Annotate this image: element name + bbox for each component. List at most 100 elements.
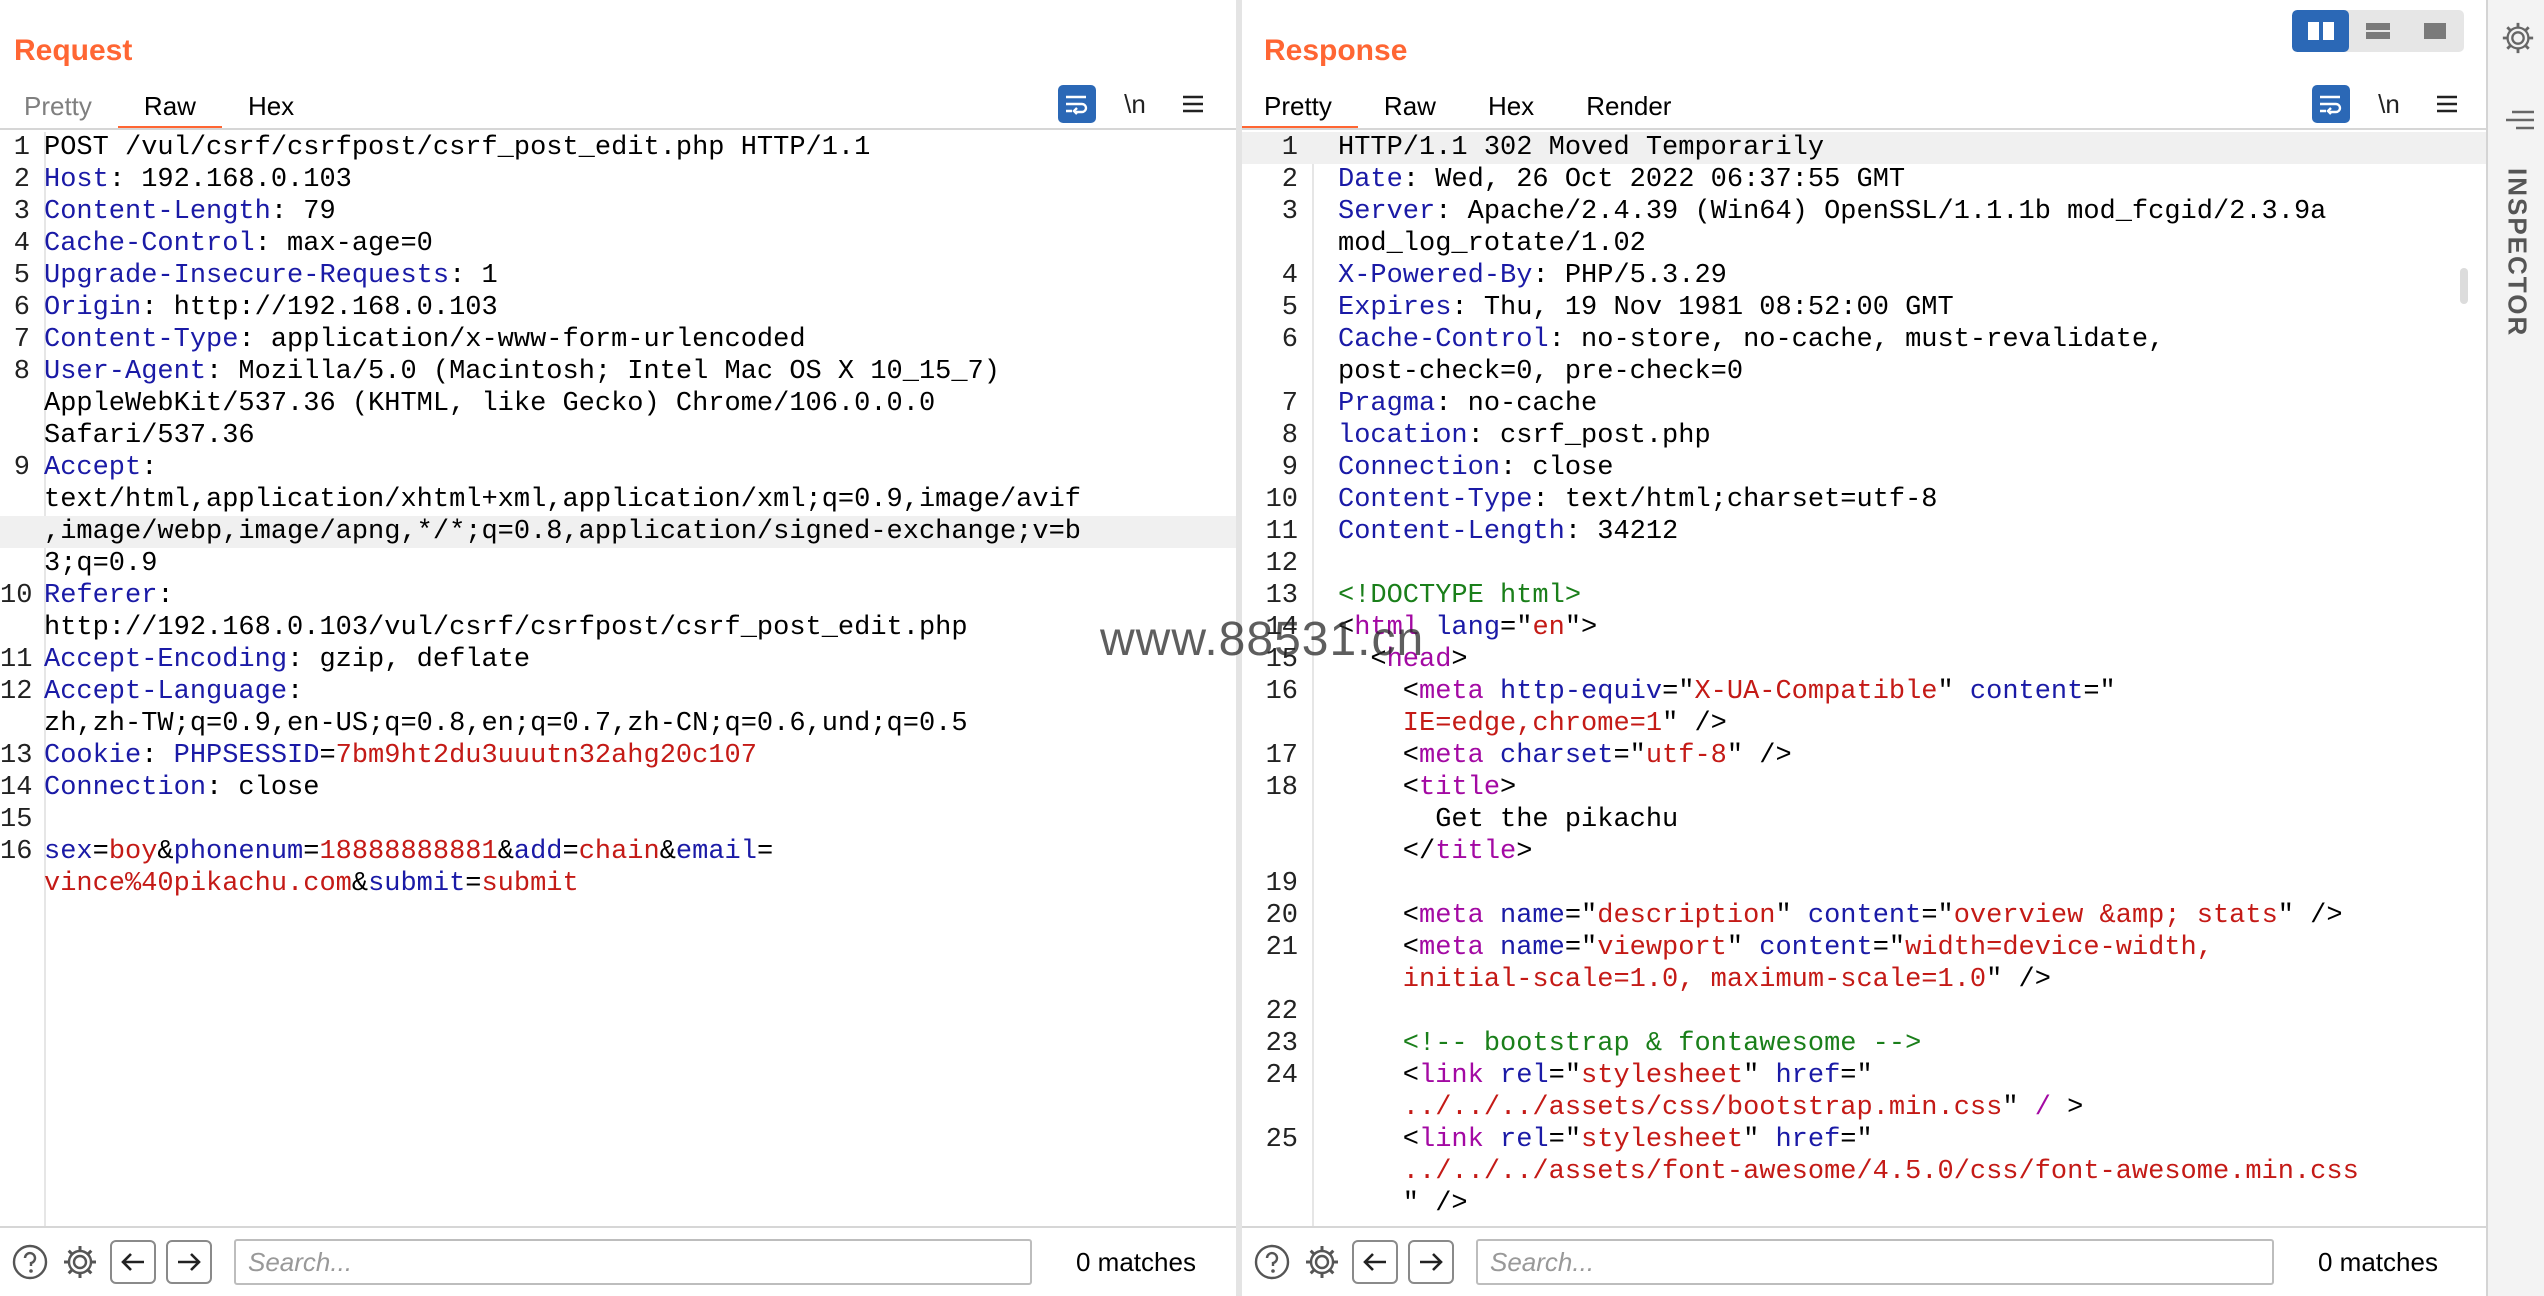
code-line[interactable]: ../../../assets/font-awesome/4.5.0/css/f…	[1242, 1156, 2486, 1188]
code-line[interactable]: 10 Referer:	[0, 580, 1236, 612]
code-line[interactable]: 15 <head>	[1242, 644, 2486, 676]
code-line[interactable]: 1 HTTP/1.1 302 Moved Temporarily	[1242, 132, 2486, 164]
response-editor[interactable]: 1 HTTP/1.1 302 Moved Temporarily 2 Date: We…	[1242, 132, 2486, 1226]
code-line[interactable]: 14 <html lang="en">	[1242, 612, 2486, 644]
code-line[interactable]: 13 <!DOCTYPE html>	[1242, 580, 2486, 612]
inspector-gear-icon[interactable]	[2500, 20, 2536, 56]
line-content: Content-Length: 79	[36, 196, 1236, 228]
response-tab-pretty[interactable]: Pretty	[1242, 86, 1358, 130]
request-tab-pretty[interactable]: Pretty	[0, 86, 118, 130]
code-line[interactable]: </title>	[1242, 836, 2486, 868]
code-line[interactable]: " />	[1242, 1188, 2486, 1220]
line-number: 22	[1265, 997, 1298, 1027]
code-line[interactable]: Get the pikachu	[1242, 804, 2486, 836]
token-red: chain	[578, 837, 660, 867]
code-line[interactable]: 16 <meta http-equiv="X-UA-Compatible" co…	[1242, 676, 2486, 708]
code-line[interactable]: 2 Date: Wed, 26 Oct 2022 06:37:55 GMT	[1242, 164, 2486, 196]
code-line[interactable]: ,image/webp,image/apng,*/*;q=0.8,applica…	[0, 516, 1236, 548]
token-doctype: <!DOCTYPE html>	[1338, 581, 1582, 611]
code-line[interactable]: 3 Server: Apache/2.4.39 (Win64) OpenSSL/1…	[1242, 196, 2486, 228]
request-tab-raw[interactable]: Raw	[117, 86, 222, 130]
help-icon[interactable]	[1252, 1242, 1292, 1282]
next-match-button[interactable]	[166, 1240, 212, 1284]
layout-single-icon[interactable]	[2406, 10, 2463, 52]
code-line[interactable]: http://192.168.0.103/vul/csrf/csrfpost/c…	[0, 612, 1236, 644]
code-line[interactable]: IE=edge,chrome=1" />	[1242, 708, 2486, 740]
settings-gear-icon[interactable]	[60, 1242, 100, 1282]
code-line[interactable]: post-check=0, pre-check=0	[1242, 356, 2486, 388]
code-line[interactable]: 3 Content-Length: 79	[0, 196, 1236, 228]
code-line[interactable]: initial-scale=1.0, maximum-scale=1.0" />	[1242, 964, 2486, 996]
code-line[interactable]: 11 Content-Length: 34212	[1242, 516, 2486, 548]
code-line[interactable]: 7 Pragma: no-cache	[1242, 388, 2486, 420]
request-editor[interactable]: 1 POST /vul/csrf/csrfpost/csrf_post_edit.…	[0, 132, 1236, 1226]
code-line[interactable]: text/html,application/xhtml+xml,applicat…	[0, 484, 1236, 516]
menu-icon[interactable]	[2428, 85, 2466, 123]
code-line[interactable]: 22	[1242, 996, 2486, 1028]
code-line[interactable]: 19	[1242, 868, 2486, 900]
code-line[interactable]: 7 Content-Type: application/x-www-form-ur…	[0, 324, 1236, 356]
inspector-lines-icon[interactable]	[2502, 108, 2536, 132]
code-line[interactable]: 8 location: csrf_post.php	[1242, 420, 2486, 452]
code-line[interactable]: 2 Host: 192.168.0.103	[0, 164, 1236, 196]
code-line[interactable]: 12 Accept-Language:	[0, 676, 1236, 708]
layout-stacked-icon[interactable]	[2349, 10, 2406, 52]
code-line[interactable]: 15	[0, 804, 1236, 836]
code-line[interactable]: vince%40pikachu.com&submit=submit	[0, 868, 1236, 900]
newline-toggle[interactable]: \n	[2370, 85, 2408, 123]
code-line[interactable]: 11 Accept-Encoding: gzip, deflate	[0, 644, 1236, 676]
editor-scrollbar[interactable]	[2460, 268, 2468, 304]
wrap-lines-icon[interactable]	[2312, 85, 2350, 123]
code-line[interactable]: 1 POST /vul/csrf/csrfpost/csrf_post_edit.…	[0, 132, 1236, 164]
response-tab-raw[interactable]: Raw	[1358, 86, 1462, 130]
code-line[interactable]: 12	[1242, 548, 2486, 580]
token-key: Content-Length	[44, 197, 271, 227]
code-line[interactable]: 4 X-Powered-By: PHP/5.3.29	[1242, 260, 2486, 292]
code-line[interactable]: 9 Connection: close	[1242, 452, 2486, 484]
previous-match-button[interactable]	[1352, 1240, 1398, 1284]
code-line[interactable]: Safari/537.36	[0, 420, 1236, 452]
token-key: Content-Length	[1338, 517, 1565, 547]
line-number	[0, 868, 36, 900]
response-tab-render[interactable]: Render	[1560, 86, 1697, 130]
code-line[interactable]: 9 Accept:	[0, 452, 1236, 484]
code-line[interactable]: 6 Cache-Control: no-store, no-cache, must…	[1242, 324, 2486, 356]
line-number: 21	[1265, 933, 1298, 963]
previous-match-button[interactable]	[110, 1240, 156, 1284]
layout-side-by-side-icon[interactable]	[2292, 10, 2349, 52]
wrap-lines-icon[interactable]	[1058, 85, 1096, 123]
code-line[interactable]: 16 sex=boy&phonenum=18888888881&add=chain…	[0, 836, 1236, 868]
code-line[interactable]: 25 <link rel="stylesheet" href="	[1242, 1124, 2486, 1156]
line-content: Host: 192.168.0.103	[36, 164, 1236, 196]
next-match-button[interactable]	[1408, 1240, 1454, 1284]
code-line[interactable]: 5 Expires: Thu, 19 Nov 1981 08:52:00 GMT	[1242, 292, 2486, 324]
code-line[interactable]: 24 <link rel="stylesheet" href="	[1242, 1060, 2486, 1092]
response-tab-hex[interactable]: Hex	[1462, 86, 1560, 130]
code-line[interactable]: 6 Origin: http://192.168.0.103	[0, 292, 1236, 324]
search-input[interactable]: Search...	[1476, 1239, 2274, 1285]
code-line[interactable]: 18 <title>	[1242, 772, 2486, 804]
code-line[interactable]: mod_log_rotate/1.02	[1242, 228, 2486, 260]
code-line[interactable]: 23 <!-- bootstrap & fontawesome -->	[1242, 1028, 2486, 1060]
newline-toggle[interactable]: \n	[1116, 85, 1154, 123]
search-input[interactable]: Search...	[234, 1239, 1032, 1285]
code-line[interactable]: 8 User-Agent: Mozilla/5.0 (Macintosh; Int…	[0, 356, 1236, 388]
code-line[interactable]: ../../../assets/css/bootstrap.min.css" /…	[1242, 1092, 2486, 1124]
code-line[interactable]: 14 Connection: close	[0, 772, 1236, 804]
help-icon[interactable]	[10, 1242, 50, 1282]
token-plain: " />	[1726, 741, 1792, 771]
settings-gear-icon[interactable]	[1302, 1242, 1342, 1282]
code-line[interactable]: 21 <meta name="viewport" content="width=…	[1242, 932, 2486, 964]
inspector-tab[interactable]: INSPECTOR	[2492, 168, 2542, 368]
code-line[interactable]: 5 Upgrade-Insecure-Requests: 1	[0, 260, 1236, 292]
code-line[interactable]: zh,zh-TW;q=0.9,en-US;q=0.8,en;q=0.7,zh-C…	[0, 708, 1236, 740]
code-line[interactable]: 4 Cache-Control: max-age=0	[0, 228, 1236, 260]
code-line[interactable]: 13 Cookie: PHPSESSID=7bm9ht2du3uuutn32ahg…	[0, 740, 1236, 772]
menu-icon[interactable]	[1174, 85, 1212, 123]
code-line[interactable]: 10 Content-Type: text/html;charset=utf-8	[1242, 484, 2486, 516]
request-tab-hex[interactable]: Hex	[222, 86, 320, 130]
code-line[interactable]: 20 <meta name="description" content="ove…	[1242, 900, 2486, 932]
code-line[interactable]: 17 <meta charset="utf-8" />	[1242, 740, 2486, 772]
code-line[interactable]: 3;q=0.9	[0, 548, 1236, 580]
code-line[interactable]: AppleWebKit/537.36 (KHTML, like Gecko) C…	[0, 388, 1236, 420]
